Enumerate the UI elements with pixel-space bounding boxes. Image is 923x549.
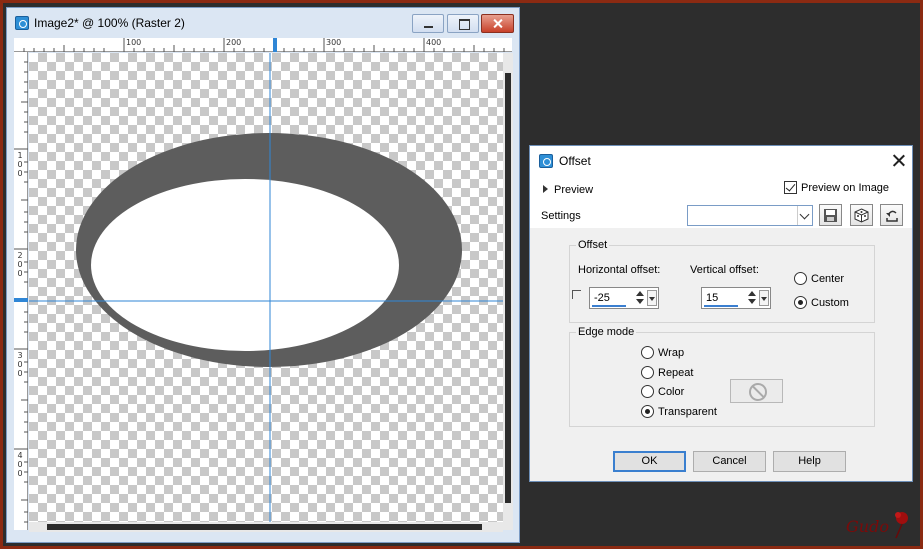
color-label: Color: [658, 385, 685, 398]
vertical-scroll-thumb[interactable]: [505, 73, 511, 503]
dropdown-arrow-icon[interactable]: [647, 290, 657, 306]
radio-off-icon: [641, 366, 654, 379]
image-window[interactable]: Image2* @ 100% (Raster 2) 100 200 300 40…: [6, 7, 520, 543]
dropdown-arrow-icon[interactable]: [759, 290, 769, 306]
preview-toggle[interactable]: Preview: [543, 184, 593, 196]
ruler-left-label: 2 0 0: [17, 251, 23, 278]
reset-button[interactable]: [880, 204, 903, 226]
chevron-down-icon: [797, 206, 812, 225]
offset-dialog[interactable]: Offset Preview Preview on Image Settings: [529, 145, 913, 482]
ring-hole: [91, 179, 399, 351]
wrap-label: Wrap: [658, 346, 685, 359]
ruler-left-label: 1 0 0: [17, 151, 23, 178]
ruler-left-label: 3 0 0: [17, 351, 23, 378]
reset-icon: [886, 210, 898, 222]
ruler-top-label: 400: [426, 38, 442, 47]
ruler-top-label: 100: [126, 38, 142, 47]
minimize-icon[interactable]: [412, 14, 444, 33]
save-icon: [824, 209, 837, 222]
vertical-scrollbar[interactable]: [503, 53, 513, 530]
ok-button[interactable]: OK: [613, 451, 686, 472]
ruler-left-label: 4 0 0: [17, 451, 23, 478]
ruler-top-label: 300: [326, 38, 342, 47]
close-icon[interactable]: [481, 14, 514, 33]
horizontal-offset-field[interactable]: -25: [589, 287, 659, 309]
custom-radio[interactable]: Custom: [794, 296, 849, 309]
field-focus-underline: [592, 305, 626, 307]
image-window-titlebar[interactable]: Image2* @ 100% (Raster 2): [7, 8, 519, 38]
wrap-radio[interactable]: Wrap: [641, 346, 684, 359]
horizontal-scrollbar[interactable]: [29, 522, 503, 532]
watermark-text: Gudo: [846, 517, 889, 536]
settings-label: Settings: [541, 210, 581, 222]
dialog-titlebar[interactable]: Offset: [530, 146, 912, 176]
dialog-title: Offset: [559, 154, 591, 168]
repeat-radio[interactable]: Repeat: [641, 366, 693, 379]
image-window-title: Image2* @ 100% (Raster 2): [34, 16, 185, 30]
radio-off-icon: [641, 346, 654, 359]
app-icon: [15, 16, 29, 30]
transparent-radio[interactable]: Transparent: [641, 405, 717, 418]
dialog-header-panel: Preview Preview on Image Settings: [530, 176, 912, 228]
randomize-icon: [854, 208, 869, 223]
horizontal-offset-value[interactable]: -25: [594, 292, 610, 304]
edge-mode-group: Edge mode: [569, 326, 875, 427]
spin-arrows-icon[interactable]: [747, 290, 757, 306]
ruler-top: 100 200 300 400: [14, 38, 512, 52]
offset-group-legend: Offset: [576, 239, 610, 251]
horizontal-offset-label: Horizontal offset:: [578, 264, 661, 276]
signature-watermark: Gudo: [846, 512, 908, 539]
cancel-button[interactable]: Cancel: [693, 451, 766, 472]
checkbox-check-icon: [784, 181, 797, 194]
center-radio[interactable]: Center: [794, 272, 844, 285]
randomize-button[interactable]: [850, 204, 873, 226]
preview-label: Preview: [554, 184, 594, 196]
edge-mode-legend: Edge mode: [576, 326, 637, 338]
expand-triangle-icon: [543, 185, 548, 193]
center-label: Center: [811, 272, 845, 285]
radio-off-icon: [794, 272, 807, 285]
maximize-icon[interactable]: [447, 14, 479, 33]
radio-off-icon: [641, 385, 654, 398]
preview-on-image-checkbox[interactable]: Preview on Image: [784, 181, 889, 194]
dialog-app-icon: [539, 154, 553, 168]
help-button[interactable]: Help: [773, 451, 846, 472]
repeat-label: Repeat: [658, 366, 694, 379]
vertical-offset-field[interactable]: 15: [701, 287, 771, 309]
edge-color-swatch[interactable]: [730, 379, 783, 403]
transparent-label: Transparent: [658, 405, 717, 418]
color-radio[interactable]: Color: [641, 385, 684, 398]
spin-arrows-icon[interactable]: [635, 290, 645, 306]
settings-dropdown[interactable]: [687, 205, 813, 226]
custom-label: Custom: [811, 296, 849, 309]
save-preset-button[interactable]: [819, 204, 842, 226]
radio-on-icon: [794, 296, 807, 309]
link-offset-icon[interactable]: [572, 290, 581, 299]
radio-on-icon: [641, 405, 654, 418]
vertical-offset-value[interactable]: 15: [706, 292, 718, 304]
preview-on-image-label: Preview on Image: [801, 181, 890, 194]
ruler-top-label: 200: [226, 38, 242, 47]
close-icon[interactable]: [890, 152, 908, 170]
vertical-offset-label: Vertical offset:: [690, 264, 759, 276]
ruler-left: 1 0 0 2 0 0 3 0 0 4 0 0: [14, 52, 28, 530]
field-focus-underline: [704, 305, 738, 307]
canvas-drawing: [29, 53, 503, 530]
horizontal-scroll-thumb[interactable]: [47, 524, 482, 530]
image-canvas[interactable]: [29, 53, 503, 530]
